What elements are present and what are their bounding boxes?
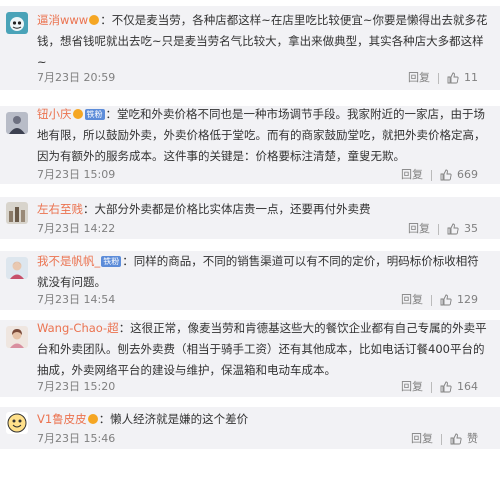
vip-badge-icon [72, 109, 83, 119]
comment-body: ：不仅是麦当劳，各种店都这样~在店里吃比较便宜~你要是懒得出去就多花钱，想省钱呢… [37, 13, 488, 69]
vip-badge-icon [89, 15, 100, 25]
like-count: 11 [464, 71, 478, 84]
comment-text: V1鲁皮皮 ：懒人经济就是嫌的这个差价 [37, 409, 490, 430]
comment-item: Wang-Chao-超：这很正常，像麦当劳和肯德基这些大的餐饮企业都有自己专属的… [0, 320, 500, 397]
like-count: 35 [464, 222, 478, 235]
comment-actions: 回复 129 [401, 291, 478, 309]
fan-tag: 铁粉 [84, 109, 105, 120]
comment-username[interactable]: V1鲁皮皮 [37, 412, 87, 426]
comment-username[interactable]: 左右至贱 [37, 202, 83, 216]
thumbs-up-icon[interactable] [450, 433, 462, 445]
comment-text: 我不是帆帆_ 铁粉 ：同样的商品，不同的销售渠道可以有不同的定价，明码标价标收相符就… [37, 251, 490, 293]
comment-item: 左右至贱：大部分外卖都是价格比实体店贵一点，还要再付外卖费 7月23日 14:2… [0, 197, 500, 239]
comment-username[interactable]: 我不是帆帆_ [37, 254, 100, 268]
comment-actions: 回复 164 [401, 378, 478, 396]
divider [438, 72, 439, 84]
thumbs-up-icon[interactable] [440, 381, 452, 393]
comment-username[interactable]: 钮小庆 [37, 107, 72, 121]
like-count: 赞 [467, 432, 478, 445]
comment-username[interactable]: 逼消www [37, 13, 88, 27]
comment-item: V1鲁皮皮 ：懒人经济就是嫌的这个差价 7月23日 15:46 回复 赞 [0, 407, 500, 449]
comment-text: 逼消www ：不仅是麦当劳，各种店都这样~在店里吃比较便宜~你要是懒得出去就多花钱… [37, 10, 490, 73]
comment-time: 7月23日 14:22 [37, 222, 116, 235]
comment-time: 7月23日 15:09 [37, 168, 116, 181]
comment-meta: 7月23日 20:59 回复 11 [37, 69, 490, 87]
comment-meta: 7月23日 15:46 回复 赞 [37, 430, 490, 448]
divider [431, 294, 432, 306]
divider [431, 169, 432, 181]
comment-actions: 回复 11 [408, 69, 478, 87]
comment-time: 7月23日 15:46 [37, 432, 116, 445]
like-count: 129 [457, 293, 478, 306]
thumbs-up-icon[interactable] [440, 294, 452, 306]
avatar[interactable] [6, 326, 28, 348]
comment-list: 逼消www ：不仅是麦当劳，各种店都这样~在店里吃比较便宜~你要是懒得出去就多花钱… [0, 0, 500, 500]
comment-time: 7月23日 15:20 [37, 380, 116, 393]
reply-button[interactable]: 回复 [408, 69, 430, 87]
divider [441, 433, 442, 445]
like-count: 164 [457, 380, 478, 393]
avatar[interactable] [6, 112, 28, 134]
comment-text: Wang-Chao-超：这很正常，像麦当劳和肯德基这些大的餐饮企业都有自己专属的… [37, 318, 490, 381]
comment-item: 我不是帆帆_ 铁粉 ：同样的商品，不同的销售渠道可以有不同的定价，明码标价标收相符就… [0, 251, 500, 310]
reply-button[interactable]: 回复 [411, 430, 433, 448]
reply-button[interactable]: 回复 [401, 166, 423, 184]
thumbs-up-icon[interactable] [440, 169, 452, 181]
avatar[interactable] [6, 257, 28, 279]
comment-item: 逼消www ：不仅是麦当劳，各种店都这样~在店里吃比较便宜~你要是懒得出去就多花钱… [0, 6, 500, 90]
comment-text: 钮小庆 铁粉 ：堂吃和外卖价格不同也是一种市场调节手段。我家附近的一家店，由于场地有… [37, 104, 490, 167]
comment-actions: 回复 669 [401, 166, 478, 184]
comment-meta: 7月23日 14:22 回复 35 [37, 220, 490, 238]
avatar[interactable] [6, 202, 28, 224]
avatar[interactable] [6, 12, 28, 34]
like-count: 669 [457, 168, 478, 181]
comment-time: 7月23日 20:59 [37, 71, 116, 84]
reply-button[interactable]: 回复 [401, 291, 423, 309]
thumbs-up-icon[interactable] [447, 72, 459, 84]
comment-actions: 回复 35 [408, 220, 478, 238]
reply-button[interactable]: 回复 [408, 220, 430, 238]
thumbs-up-icon[interactable] [447, 223, 459, 235]
fan-tag: 铁粉 [101, 256, 122, 267]
comment-text: 左右至贱：大部分外卖都是价格比实体店贵一点，还要再付外卖费 [37, 199, 490, 220]
comment-body: ：懒人经济就是嫌的这个差价 [98, 412, 249, 426]
divider [438, 223, 439, 235]
comment-item: 钮小庆 铁粉 ：堂吃和外卖价格不同也是一种市场调节手段。我家附近的一家店，由于场地有… [0, 106, 500, 184]
comment-actions: 回复 赞 [411, 430, 478, 448]
comment-meta: 7月23日 15:09 回复 669 [37, 166, 490, 184]
comment-body: ：大部分外卖都是价格比实体店贵一点，还要再付外卖费 [83, 202, 371, 216]
divider [431, 381, 432, 393]
reply-button[interactable]: 回复 [401, 378, 423, 396]
comment-time: 7月23日 14:54 [37, 293, 116, 306]
vip-badge-icon [87, 414, 98, 424]
comment-username[interactable]: Wang-Chao-超 [37, 321, 119, 335]
avatar[interactable] [6, 412, 28, 434]
comment-meta: 7月23日 14:54 回复 129 [37, 291, 490, 309]
comment-meta: 7月23日 15:20 回复 164 [37, 378, 490, 396]
